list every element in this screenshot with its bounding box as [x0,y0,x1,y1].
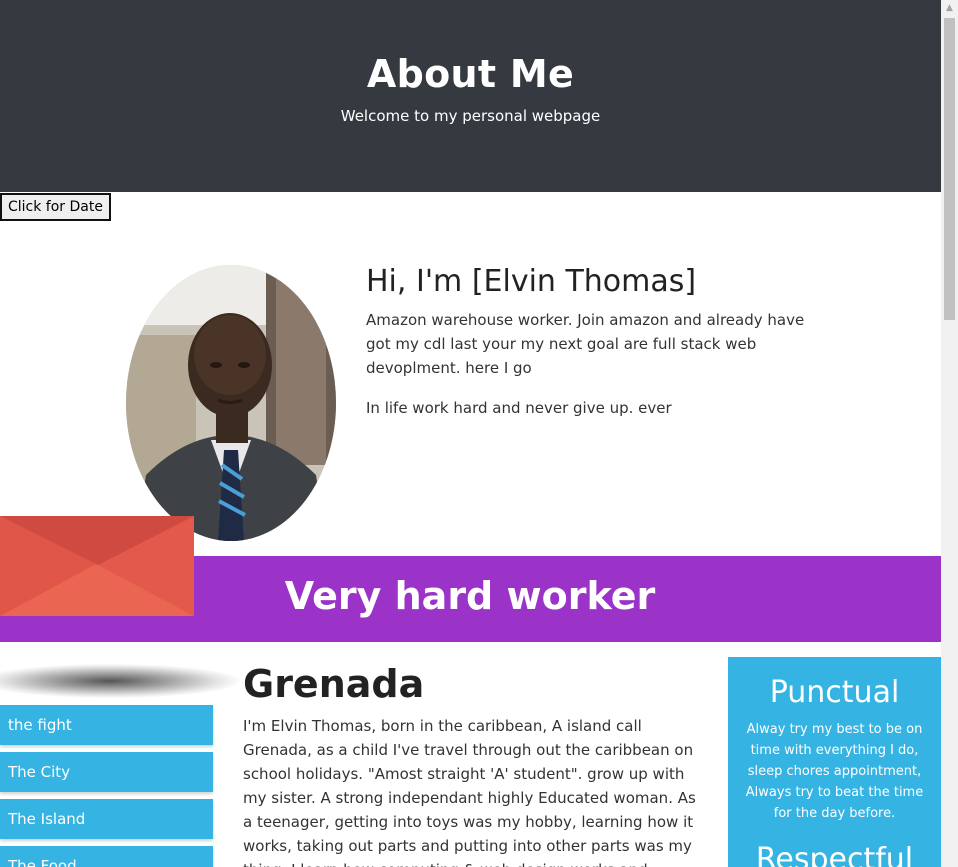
intro-paragraph-2: In life work hard and never give up. eve… [366,399,672,417]
nav-item-the-food[interactable]: The Food [0,846,213,867]
page-header: About Me Welcome to my personal webpage [0,0,941,192]
aside-heading-respectful: Respectful [755,842,914,867]
envelope-icon [0,516,194,616]
banner-text: Very hard worker [284,574,656,618]
click-for-date-button[interactable]: Click for Date [0,193,111,221]
intro-heading: Hi, I'm [Elvin Thomas] [366,264,697,299]
decorative-shadow [0,664,240,698]
intro-section: Hi, I'm [Elvin Thomas] Amazon warehouse … [366,262,811,420]
vertical-scrollbar[interactable]: ▲ [941,0,958,867]
intro-paragraph-1: Amazon warehouse worker. Join amazon and… [366,311,805,377]
profile-photo [126,265,336,541]
main-heading: Grenada [243,662,425,706]
banner: Very hard worker [194,556,941,642]
aside-heading-punctual: Punctual [769,675,900,710]
page-subtitle: Welcome to my personal webpage [340,107,601,125]
nav-item-the-city[interactable]: The City [0,752,213,792]
scrollbar-thumb[interactable] [944,18,955,320]
traits-aside: Punctual Alway try my best to be on time… [728,657,941,867]
aside-text-punctual: Alway try my best to be on time with eve… [745,722,924,821]
main-paragraph: I'm Elvin Thomas, born in the caribbean,… [243,717,696,867]
nav-item-the-island[interactable]: The Island [0,799,213,839]
page-title: About Me [366,52,575,96]
scroll-up-arrow-icon[interactable]: ▲ [941,0,958,17]
side-nav: the fight The City The Island The Food [0,705,213,867]
main-content: Grenada I'm Elvin Thomas, born in the ca… [243,660,698,867]
nav-item-the-fight[interactable]: the fight [0,705,213,745]
